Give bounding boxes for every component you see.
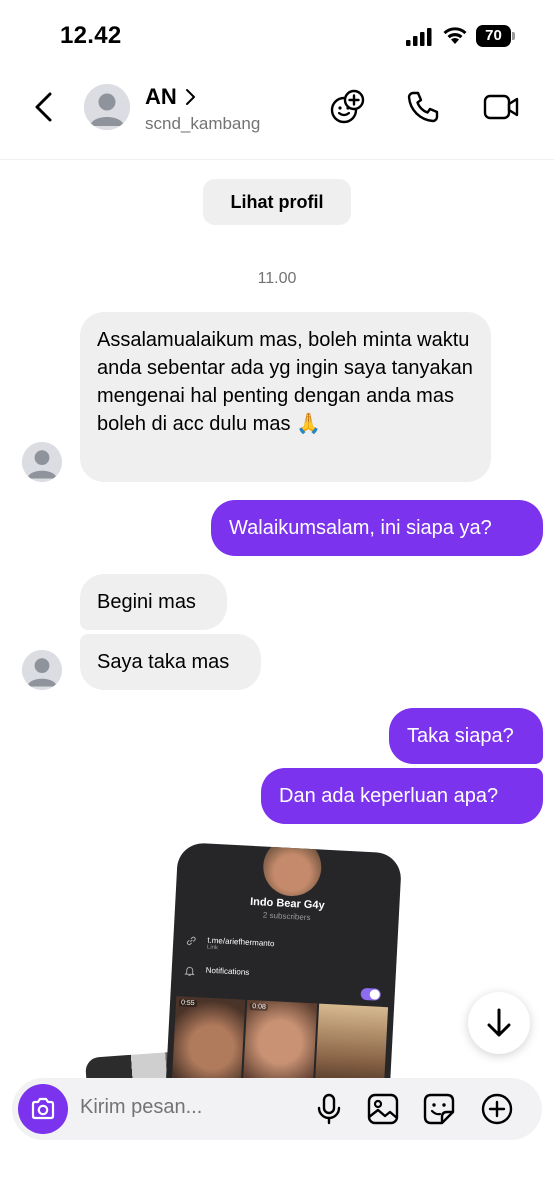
chevron-right-icon	[185, 89, 195, 105]
status-time: 12.42	[60, 22, 122, 49]
message-text: Dan ada keperluan apa?	[279, 785, 499, 807]
contact-name: AN	[145, 84, 177, 109]
plus-icon	[481, 1093, 513, 1125]
incoming-message[interactable]: Saya taka mas	[80, 634, 261, 690]
video-call-button[interactable]	[482, 88, 520, 126]
sticker-icon	[423, 1093, 455, 1125]
sticker-button[interactable]	[422, 1092, 456, 1126]
outgoing-message[interactable]: Walaikumsalam, ini siapa ya?	[211, 500, 543, 556]
contact-avatar[interactable]	[84, 84, 130, 130]
video-icon	[483, 94, 519, 120]
signal-icon	[406, 28, 432, 46]
battery-level: 70	[485, 27, 502, 44]
outgoing-message[interactable]: Dan ada keperluan apa?	[261, 768, 543, 824]
channel-link-row: t.me/ariefhermanto Link	[185, 935, 275, 955]
gallery-button[interactable]	[366, 1092, 400, 1126]
shared-photo[interactable]: Indo Bear G4y 2 subscribers t.me/ariefhe…	[164, 842, 412, 1114]
camera-icon	[31, 1097, 55, 1120]
sender-avatar[interactable]	[22, 442, 62, 482]
incoming-message[interactable]: Assalamualaikum mas, boleh minta waktu a…	[80, 312, 491, 482]
telegram-screenshot: Indo Bear G4y 2 subscribers t.me/ariefhe…	[164, 842, 403, 1114]
sticker-effects-icon	[330, 89, 365, 124]
bell-icon	[184, 966, 195, 976]
sticker-effects-button[interactable]	[328, 88, 366, 126]
wifi-icon	[443, 27, 467, 44]
message-composer: Kirim pesan...	[12, 1078, 542, 1140]
sender-avatar[interactable]	[22, 650, 62, 690]
back-icon[interactable]	[28, 90, 62, 124]
link-icon	[186, 936, 196, 946]
battery-icon: 70	[476, 25, 516, 47]
arrow-down-icon	[487, 1008, 511, 1037]
camera-button[interactable]	[18, 1084, 68, 1134]
notifications-row: Notifications	[183, 965, 250, 980]
incoming-message[interactable]: Begini mas	[80, 574, 227, 630]
contact-username: scnd_kambang	[145, 114, 261, 133]
video-duration: 0:08	[250, 1003, 269, 1011]
view-profile-button[interactable]: Lihat profil	[203, 179, 351, 225]
channel-avatar	[261, 842, 323, 898]
scroll-to-bottom-button[interactable]	[468, 992, 530, 1054]
outgoing-message[interactable]: Taka siapa?	[389, 708, 543, 764]
gallery-icon	[367, 1093, 399, 1125]
message-timestamp: 11.00	[257, 270, 297, 287]
notifications-label: Notifications	[205, 965, 250, 977]
notifications-toggle	[360, 987, 382, 1001]
chat-header: AN scnd_kambang	[0, 72, 554, 160]
contact-name-row[interactable]: AN	[145, 84, 197, 110]
message-text: Saya taka mas	[97, 651, 230, 673]
more-options-button[interactable]	[480, 1092, 514, 1126]
status-bar: 12.42 70	[0, 0, 554, 72]
voice-call-button[interactable]	[404, 88, 442, 126]
video-thumbnail: 0:55	[171, 996, 246, 1090]
message-text: Assalamualaikum mas, boleh minta waktu a…	[97, 329, 473, 435]
message-text: Walaikumsalam, ini siapa ya?	[229, 517, 492, 539]
microphone-icon	[317, 1093, 341, 1125]
message-input[interactable]: Kirim pesan...	[80, 1096, 202, 1119]
video-duration: 0:55	[178, 999, 197, 1008]
message-text: Taka siapa?	[407, 725, 514, 747]
phone-icon	[407, 91, 439, 123]
voice-message-button[interactable]	[312, 1092, 346, 1126]
message-text: Begini mas	[97, 591, 196, 613]
